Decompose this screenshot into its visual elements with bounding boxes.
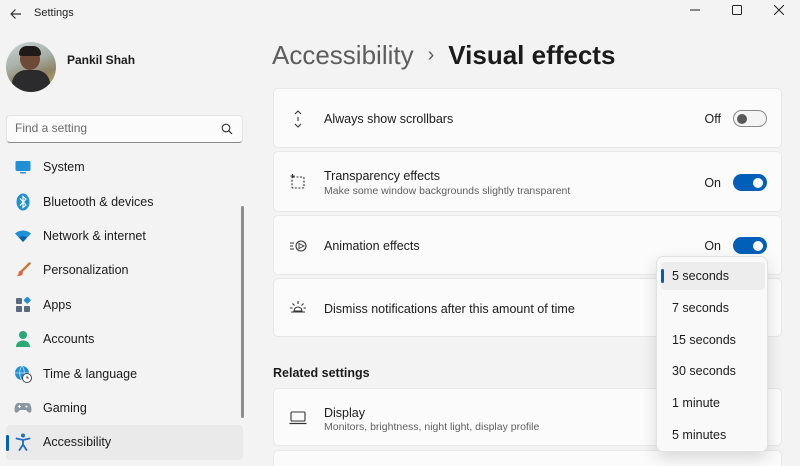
sidebar-item-system[interactable]: System [6,150,243,184]
sun-icon [288,298,308,318]
search-icon [221,123,233,135]
scrollbars-setting-card: Always show scrollbars Off [273,88,782,148]
transparency-title: Transparency effects [324,169,441,183]
title-bar: Settings [0,0,800,28]
active-indicator [6,435,9,452]
apps-icon [14,296,32,314]
sidebar-scrollbar[interactable] [241,206,244,418]
selected-indicator [661,269,664,283]
user-profile[interactable]: Pankil Shah [6,42,135,92]
sidebar-item-accessibility[interactable]: Accessibility [6,425,243,460]
dropdown-option-30-seconds[interactable]: 30 seconds [661,357,765,385]
breadcrumb: Accessibility › Visual effects [272,40,615,71]
accounts-icon [14,330,32,348]
animation-title: Animation effects [324,239,420,253]
dropdown-option-5-minutes[interactable]: 5 minutes [661,421,765,449]
app-title: Settings [34,7,74,19]
search-input[interactable] [15,121,215,135]
maximize-button[interactable] [716,0,758,20]
wifi-icon [14,227,32,245]
sidebar-item-label: Time & language [43,366,138,381]
transparency-subtitle: Make some window backgrounds slightly tr… [324,185,571,197]
breadcrumb-separator: › [427,44,435,66]
sidebar-item-network[interactable]: Network & internet [6,219,243,253]
brush-icon [14,261,32,279]
close-button[interactable] [758,0,800,20]
dropdown-option-label: 7 seconds [672,301,729,315]
back-arrow-icon [10,9,21,19]
sidebar-item-apps[interactable]: Apps [6,288,243,322]
animation-icon [288,236,308,256]
next-related-card[interactable] [273,450,782,466]
sidebar-item-label: Apps [43,297,72,312]
related-settings-heading: Related settings [273,366,370,380]
scrollbars-toggle[interactable] [733,110,767,127]
dropdown-option-1-minute[interactable]: 1 minute [661,389,765,417]
sidebar-item-label: Network & internet [43,228,146,243]
dropdown-option-5-seconds[interactable]: 5 seconds [661,262,765,290]
transparency-setting-card: Transparency effects Make some window ba… [273,151,782,212]
scrollbars-title: Always show scrollbars [324,112,454,126]
sidebar-item-label: Accounts [43,332,95,347]
dropdown-option-7-seconds[interactable]: 7 seconds [661,294,765,322]
minimize-button[interactable] [674,0,716,20]
animation-toggle[interactable] [733,237,767,254]
close-icon [774,5,784,15]
transparency-icon [288,172,308,192]
sidebar-item-accounts[interactable]: Accounts [6,322,243,356]
animation-state-label: On [704,239,721,253]
monitor-icon [288,408,308,428]
page-title: Visual effects [448,40,616,70]
dropdown-option-15-seconds[interactable]: 15 seconds [661,326,765,354]
sidebar-item-gaming[interactable]: Gaming [6,391,243,425]
transparency-state-label: On [704,176,721,190]
sidebar-item-label: System [43,160,85,175]
display-title: Display [324,406,365,420]
sidebar-item-label: Gaming [43,400,87,415]
sidebar-item-bluetooth[interactable]: Bluetooth & devices [6,184,243,218]
bluetooth-icon [14,193,32,211]
search-box[interactable] [6,115,243,143]
sidebar-item-time-language[interactable]: Time & language [6,356,243,390]
sidebar-nav: System Bluetooth & devices Network & int… [6,150,243,460]
dropdown-option-label: 5 minutes [672,428,727,442]
system-icon [14,158,32,176]
dropdown-option-label: 15 seconds [672,333,736,347]
dropdown-option-label: 1 minute [672,396,720,410]
maximize-icon [732,5,742,15]
dropdown-option-label: 30 seconds [672,364,736,378]
notifications-timeout-title: Dismiss notifications after this amount … [324,302,575,316]
dropdown-option-label: 5 seconds [672,269,729,283]
back-button[interactable] [6,4,26,24]
scrollbar-icon [288,109,308,129]
sidebar-item-label: Personalization [43,263,129,278]
window-controls [674,0,800,28]
sidebar-item-label: Bluetooth & devices [43,194,154,209]
accessibility-icon [14,433,32,452]
sidebar-item-label: Accessibility [43,435,112,450]
timeout-dropdown-menu: 5 seconds 7 seconds 15 seconds 30 second… [656,256,768,452]
avatar [6,42,56,92]
display-subtitle: Monitors, brightness, night light, displ… [324,421,540,433]
scrollbars-state-label: Off [704,112,721,126]
minimize-icon [690,9,700,11]
transparency-toggle[interactable] [733,174,767,191]
globe-clock-icon [14,365,32,383]
profile-name: Pankil Shah [67,53,136,67]
breadcrumb-parent[interactable]: Accessibility [272,40,414,71]
gamepad-icon [14,399,32,417]
sidebar-item-personalization[interactable]: Personalization [6,253,243,287]
